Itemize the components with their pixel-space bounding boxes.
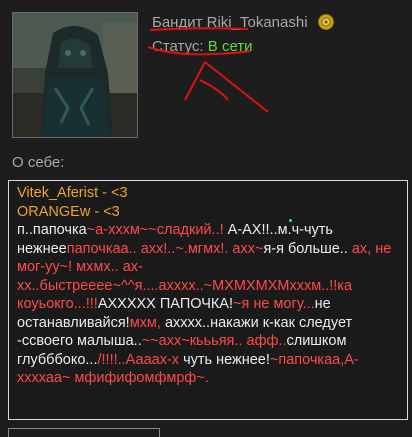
text-segment: ~а-хххм~~сладкий..! [86,222,224,238]
friend-line-2: ORANGEw - <3 [17,203,120,220]
friend-line-1: Vitek_Aferist - <3 [17,185,128,201]
status-value: В сети [207,38,253,55]
gear-icon [317,13,335,31]
profile-username[interactable]: Бандит Riki_Tokanashi [152,14,308,31]
text-segment: мхм, [129,314,161,331]
about-paragraph: п..папочка~а-хххм~~сладкий..! А-АХ!!..м.… [17,221,403,388]
status-row: Статус: В сети [152,38,253,55]
text-segment: /!!!!..Аааах-х [97,351,180,368]
text-segment: чуть нежнее! [179,351,270,368]
text-segment: я-я больше.. [263,240,348,257]
text-segment: ~я не могу... [233,296,315,312]
text-segment: ~~ахх~кьььяя.. афф.. [141,333,287,349]
about-label: О себе: [12,154,65,171]
avatar[interactable] [12,12,138,138]
text-segment: папочкаа.. ахх!..~.мгмх!. ахх~ [66,240,264,257]
about-text: Vitek_Aferist - <3 ORANGEw - <3 п..папоч… [17,184,403,388]
text-segment: п..папочка [17,222,87,238]
next-section-frame [8,428,160,437]
avatar-image [13,13,137,137]
about-box: Vitek_Aferist - <3 ORANGEw - <3 п..папоч… [8,180,408,420]
status-label: Статус: [152,38,204,55]
text-segment: АХХХХХ ПАПОЧКА! [97,296,234,312]
